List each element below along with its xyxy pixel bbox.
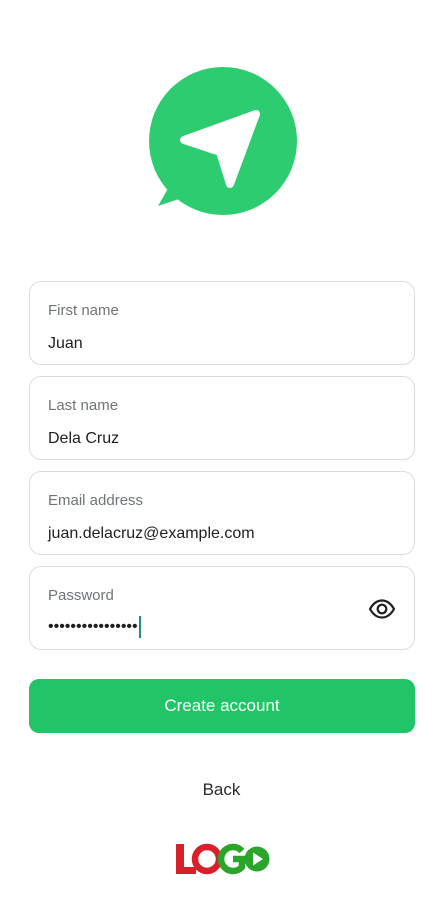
last-name-input[interactable]: Dela Cruz — [48, 430, 119, 448]
first-name-label: First name — [48, 302, 119, 319]
last-name-field[interactable]: Last name Dela Cruz — [29, 376, 415, 460]
app-logo-icon — [148, 66, 298, 216]
eye-icon[interactable] — [368, 599, 396, 619]
password-input[interactable]: •••••••••••••••• — [48, 615, 141, 639]
email-label: Email address — [48, 492, 144, 509]
password-masked-value: •••••••••••••••• — [48, 618, 138, 635]
last-name-label: Last name — [48, 397, 119, 414]
email-input[interactable]: juan.delacruz@example.com — [48, 525, 255, 543]
create-account-button[interactable]: Create account — [29, 679, 415, 733]
text-caret — [138, 616, 141, 638]
password-field[interactable]: Password •••••••••••••••• — [29, 566, 415, 650]
back-link[interactable]: Back — [0, 780, 443, 800]
first-name-input[interactable]: Juan — [48, 335, 83, 353]
brand-logo — [174, 842, 270, 876]
email-field[interactable]: Email address juan.delacruz@example.com — [29, 471, 415, 555]
first-name-field[interactable]: First name Juan — [29, 281, 415, 365]
password-label: Password — [48, 587, 114, 604]
